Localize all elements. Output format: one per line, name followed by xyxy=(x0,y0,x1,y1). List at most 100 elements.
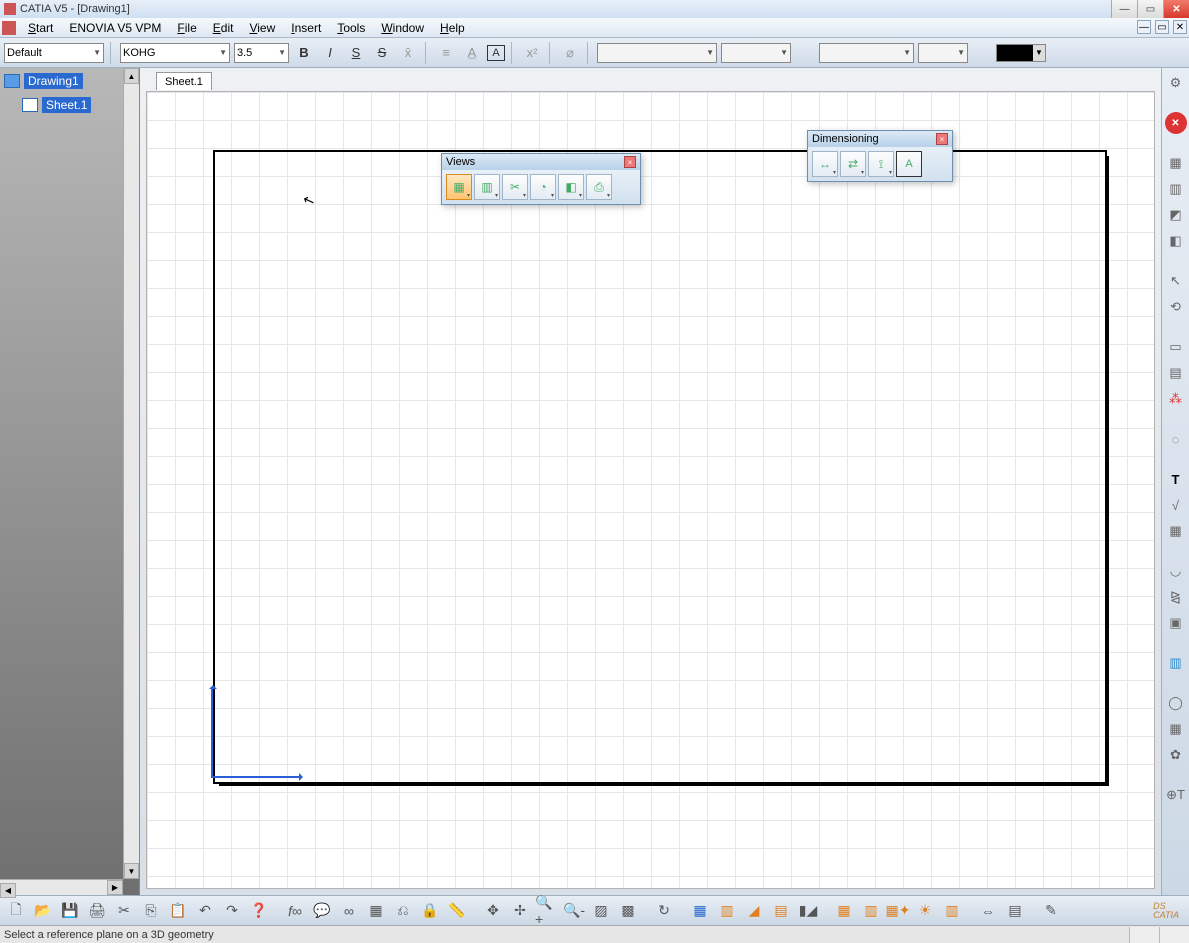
link-button[interactable]: ∞ xyxy=(337,899,361,923)
italic-button[interactable]: I xyxy=(319,42,341,64)
refresh-button[interactable]: ↻ xyxy=(652,899,676,923)
drawing-area[interactable]: Sheet.1 ↖ Views × ▦▾ ▥▾ ✂▾ ◔▾ ◧▾ ⎙▾ xyxy=(140,68,1161,895)
catalog-button[interactable]: ▦ xyxy=(364,899,388,923)
dimensioning-toolbar[interactable]: Dimensioning × ↔▾ ⇄▾ ⟟▾ A xyxy=(807,130,953,182)
dimensioning-toolbar-title[interactable]: Dimensioning × xyxy=(808,131,952,147)
balloon-button[interactable]: ◯ xyxy=(1165,692,1187,714)
reframe-button[interactable]: ◌ xyxy=(1165,428,1187,450)
font-combo[interactable]: KOHG▼ xyxy=(120,43,230,63)
filter-button[interactable]: ▮◢ xyxy=(796,899,820,923)
grid-display-button[interactable]: ▦ xyxy=(832,899,856,923)
scroll-down-button[interactable]: ▼ xyxy=(124,863,139,879)
symbol-button[interactable]: ⌀ xyxy=(559,42,581,64)
arc-button[interactable]: ◡ xyxy=(1165,560,1187,582)
image-capture-button[interactable]: ⎌ xyxy=(391,899,415,923)
detail-view-button[interactable]: ◔▾ xyxy=(530,174,556,200)
bom-button[interactable]: ▦ xyxy=(1165,718,1187,740)
new-detail-sheet-button[interactable]: ▤ xyxy=(1165,362,1187,384)
new-button[interactable]: 🗋 xyxy=(4,899,28,923)
tree-vertical-scrollbar[interactable]: ▲ ▼ xyxy=(123,68,139,879)
dim-analysis-button[interactable]: ▥ xyxy=(940,899,964,923)
dress-up-button[interactable]: ✿ xyxy=(1165,744,1187,766)
chained-dimension-button[interactable]: ⇄▾ xyxy=(840,151,866,177)
analysis-button[interactable]: ◢ xyxy=(742,899,766,923)
scroll-right-button[interactable]: ▶ xyxy=(107,880,123,895)
tolerance-button[interactable]: A xyxy=(896,151,922,177)
menu-tools[interactable]: Tools xyxy=(329,18,373,37)
projection-view-button[interactable]: ▥ xyxy=(1165,178,1187,200)
doc-restore-button[interactable]: ▭ xyxy=(1155,20,1169,34)
print-button[interactable]: 🖨 xyxy=(85,899,109,923)
menu-file[interactable]: File xyxy=(169,18,204,37)
strikethrough-button[interactable]: S xyxy=(371,42,393,64)
unfolded-view-button[interactable]: ▥▾ xyxy=(474,174,500,200)
menu-view[interactable]: View xyxy=(241,18,283,37)
clipping-view-button[interactable]: ◧▾ xyxy=(558,174,584,200)
create-view-button[interactable]: ▩ xyxy=(616,899,640,923)
comment-button[interactable]: 💬 xyxy=(310,899,334,923)
formula-button[interactable]: f∞ xyxy=(283,899,307,923)
scroll-left-button[interactable]: ◀ xyxy=(0,883,16,898)
section-view-button[interactable]: ✂▾ xyxy=(502,174,528,200)
tree-horizontal-scrollbar[interactable]: ◀ ▶ xyxy=(0,879,123,895)
underline-button[interactable]: S xyxy=(345,42,367,64)
scroll-up-button[interactable]: ▲ xyxy=(124,68,139,84)
datum-button[interactable]: ⟟▾ xyxy=(868,151,894,177)
views-toolbar[interactable]: Views × ▦▾ ▥▾ ✂▾ ◔▾ ◧▾ ⎙▾ xyxy=(441,153,641,205)
workbench-icon[interactable]: ⚙ xyxy=(1165,72,1187,94)
combo-c[interactable]: ▼ xyxy=(819,43,914,63)
mirror-button[interactable]: ⧎ xyxy=(1165,586,1187,608)
combo-b[interactable]: ▼ xyxy=(721,43,791,63)
dimension-button[interactable]: ↔▾ xyxy=(812,151,838,177)
color-picker[interactable]: ▼ xyxy=(996,44,1046,62)
new-view-button[interactable]: ▦ xyxy=(1165,152,1187,174)
combo-a[interactable]: ▼ xyxy=(597,43,717,63)
align-button[interactable]: ≡ xyxy=(435,42,457,64)
open-button[interactable]: 📂 xyxy=(31,899,55,923)
select-button[interactable]: ↖ xyxy=(1165,270,1187,292)
menu-insert[interactable]: Insert xyxy=(283,18,329,37)
bold-button[interactable]: B xyxy=(293,42,315,64)
stop-button[interactable]: ✕ xyxy=(1165,112,1187,134)
dim-following-button[interactable]: ▦✦ xyxy=(886,899,910,923)
print-area-button[interactable]: ▥ xyxy=(1165,652,1187,674)
frame-title-button[interactable]: ▣ xyxy=(1165,612,1187,634)
dim-system-button[interactable]: ▥ xyxy=(859,899,883,923)
views-toolbar-title[interactable]: Views × xyxy=(442,154,640,170)
redo-button[interactable]: ↷ xyxy=(220,899,244,923)
measure-button[interactable]: 📏 xyxy=(445,899,469,923)
canvas[interactable]: ↖ Views × ▦▾ ▥▾ ✂▾ ◔▾ ◧▾ ⎙▾ xyxy=(146,91,1155,889)
tree-sheet-node[interactable]: Sheet.1 xyxy=(18,94,139,116)
cut-button[interactable]: ✂ xyxy=(112,899,136,923)
whats-this-button[interactable]: ❓ xyxy=(247,899,271,923)
doc-minimize-button[interactable]: — xyxy=(1137,20,1151,34)
stack-button[interactable]: ▤ xyxy=(1003,899,1027,923)
frame-button[interactable]: A xyxy=(487,45,505,61)
pan-button[interactable]: ✢ xyxy=(508,899,532,923)
view-wizard-button[interactable]: ⎙▾ xyxy=(586,174,612,200)
combo-d[interactable]: ▼ xyxy=(918,43,968,63)
sheet-tab[interactable]: Sheet.1 xyxy=(156,72,212,90)
copy-button[interactable]: ⎘ xyxy=(139,899,163,923)
dim-line-up-button[interactable]: ☀ xyxy=(913,899,937,923)
text-button[interactable]: T xyxy=(1165,468,1187,490)
views-toolbar-close-button[interactable]: × xyxy=(624,156,636,168)
new-sheet-button[interactable]: ▭ xyxy=(1165,336,1187,358)
menu-edit[interactable]: Edit xyxy=(205,18,242,37)
zoom-out-button[interactable]: 🔍- xyxy=(562,899,586,923)
style-combo[interactable]: Default▼ xyxy=(4,43,104,63)
maximize-button[interactable]: ▭ xyxy=(1137,0,1163,18)
front-view-button[interactable]: ▦▾ xyxy=(446,174,472,200)
show-constraints-button[interactable]: ▤ xyxy=(769,899,793,923)
save-button[interactable]: 💾 xyxy=(58,899,82,923)
menu-help[interactable]: Help xyxy=(432,18,473,37)
lock-button[interactable]: 🔒 xyxy=(418,899,442,923)
anchor-button[interactable]: A̲ xyxy=(461,42,483,64)
undo-button[interactable]: ↶ xyxy=(193,899,217,923)
chain-button[interactable]: ⇔ xyxy=(976,899,1000,923)
snap-button[interactable]: ▥ xyxy=(715,899,739,923)
instantiate-2d-button[interactable]: ⁂ xyxy=(1165,388,1187,410)
dimensioning-toolbar-close-button[interactable]: × xyxy=(936,133,948,145)
auxiliary-view-button[interactable]: ◩ xyxy=(1165,204,1187,226)
insert-symbol-button[interactable]: x² xyxy=(521,42,543,64)
